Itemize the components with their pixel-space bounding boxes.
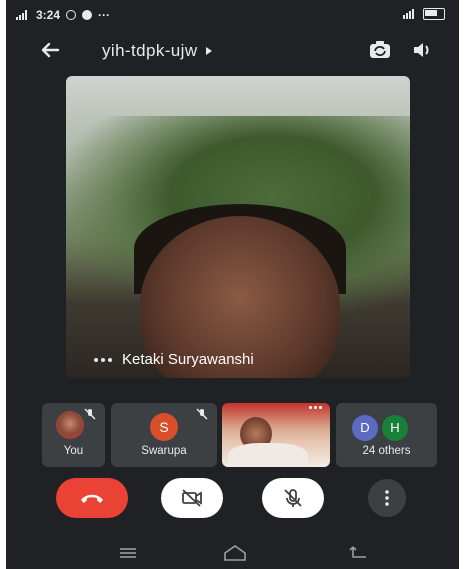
- avatar: S: [150, 413, 178, 441]
- more-vert-icon: [385, 490, 389, 506]
- participant-strip: You S Swarupa D H 24 others: [42, 403, 437, 467]
- system-nav-bar: [6, 540, 459, 569]
- top-bar: yih-tdpk-ujw: [6, 32, 459, 68]
- more-options-button[interactable]: [368, 479, 406, 517]
- call-controls: [6, 478, 459, 524]
- status-bar: 3:24 ···: [6, 0, 459, 30]
- speaker-icon[interactable]: [408, 36, 436, 64]
- meeting-title[interactable]: yih-tdpk-ujw: [102, 41, 212, 61]
- participant-tile-swarupa[interactable]: S Swarupa: [111, 403, 217, 467]
- more-options-icon[interactable]: [309, 406, 322, 409]
- end-call-button[interactable]: [56, 478, 128, 518]
- participant-label: 24 others: [362, 445, 411, 457]
- camera-toggle-button[interactable]: [161, 478, 223, 518]
- participant-label: You: [63, 445, 84, 457]
- audio-level-icon: [94, 357, 112, 362]
- signal-icon: [16, 10, 27, 20]
- video-person-body: [228, 443, 308, 467]
- phone-screen: 3:24 ··· yih-tdpk-ujw Ketaki Suryawanshi…: [6, 0, 459, 569]
- speaker-name-row: Ketaki Suryawanshi: [94, 351, 254, 368]
- status-right: [403, 8, 445, 20]
- status-more: ···: [98, 8, 111, 22]
- avatar: H: [382, 415, 408, 441]
- participant-tile-video[interactable]: [222, 403, 330, 467]
- cell-signal-icon: [403, 9, 414, 19]
- mic-off-icon: [84, 408, 96, 420]
- battery-icon: [423, 8, 445, 20]
- speaker-name: Ketaki Suryawanshi: [122, 351, 254, 368]
- sync-icon: [66, 10, 77, 20]
- end-call-icon: [81, 494, 103, 503]
- notification-icon: [82, 10, 93, 20]
- status-time: 3:24: [36, 8, 61, 22]
- mic-off-icon: [284, 489, 302, 507]
- status-left: 3:24 ···: [16, 8, 110, 22]
- avatar: D: [352, 415, 378, 441]
- avatar: [56, 411, 84, 439]
- camera-off-icon: [182, 489, 202, 507]
- back-arrow-icon[interactable]: [36, 36, 64, 64]
- camera-switch-icon[interactable]: [366, 36, 394, 64]
- meeting-code: yih-tdpk-ujw: [102, 41, 198, 60]
- chevron-right-icon: [205, 47, 212, 55]
- participant-label: Swarupa: [141, 445, 187, 457]
- mic-toggle-button[interactable]: [262, 478, 324, 518]
- recent-apps-icon[interactable]: [118, 546, 138, 560]
- mic-off-icon: [196, 408, 208, 420]
- main-video-feed[interactable]: Ketaki Suryawanshi: [66, 76, 410, 378]
- nav-back-icon[interactable]: [348, 544, 370, 562]
- home-icon[interactable]: [222, 543, 248, 563]
- participant-tile-you[interactable]: You: [42, 403, 105, 467]
- participant-tile-others[interactable]: D H 24 others: [336, 403, 437, 467]
